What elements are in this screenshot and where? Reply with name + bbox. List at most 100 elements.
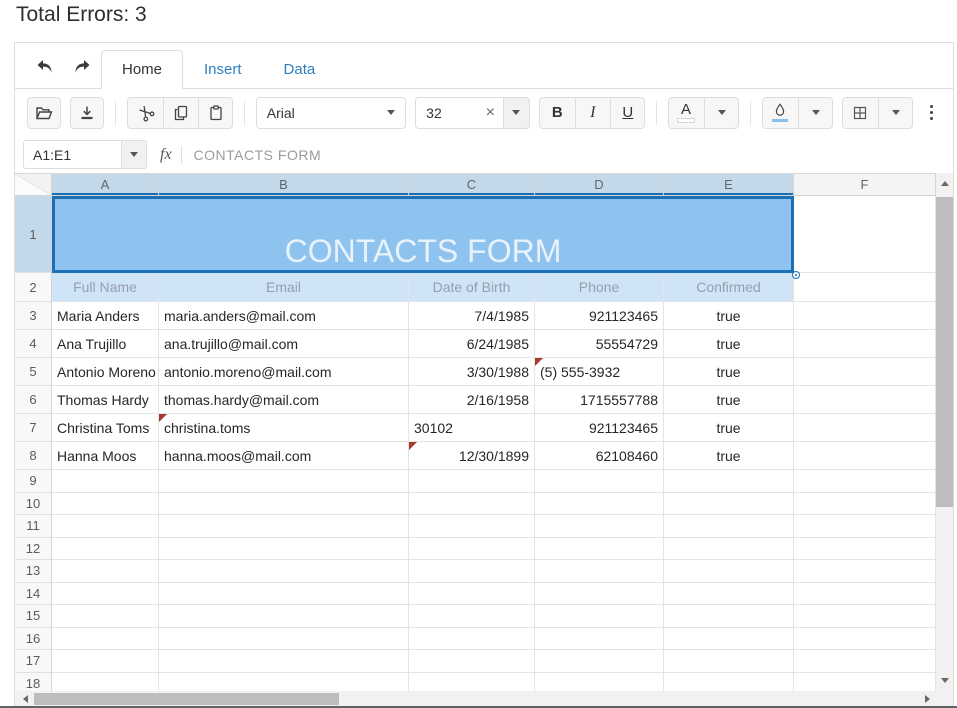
borders-button[interactable]	[843, 98, 878, 128]
column-header-E[interactable]: E	[664, 174, 794, 196]
grid-cell[interactable]	[794, 414, 936, 442]
row-header-16[interactable]: 16	[15, 628, 52, 651]
tab-data[interactable]: Data	[263, 50, 337, 89]
grid-cell[interactable]	[794, 358, 936, 386]
selection-fill-handle[interactable]	[793, 272, 799, 278]
grid-cell[interactable]	[794, 442, 936, 470]
column-header-C[interactable]: C	[409, 174, 535, 196]
grid-cell[interactable]	[535, 560, 664, 583]
name-box-dropdown[interactable]	[121, 141, 146, 168]
grid-cell[interactable]	[664, 650, 794, 673]
font-size-input[interactable]: 32	[416, 98, 477, 128]
grid-cell[interactable]: 6/24/1985	[409, 330, 535, 358]
grid-cell[interactable]: Hanna Moos	[52, 442, 159, 470]
open-file-button[interactable]	[27, 97, 61, 129]
name-box-value[interactable]: A1:E1	[24, 141, 121, 168]
grid-cell[interactable]	[794, 560, 936, 583]
grid-cell[interactable]: true	[664, 414, 794, 442]
grid-cell[interactable]	[409, 583, 535, 606]
grid-cell[interactable]	[52, 583, 159, 606]
row-header-9[interactable]: 9	[15, 470, 52, 493]
grid-cell[interactable]	[409, 515, 535, 538]
grid-cell[interactable]	[159, 493, 409, 516]
grid-cell[interactable]	[664, 493, 794, 516]
grid-cell[interactable]	[52, 650, 159, 673]
row-header-12[interactable]: 12	[15, 538, 52, 561]
grid-cell[interactable]	[664, 538, 794, 561]
paste-button[interactable]	[198, 98, 233, 128]
fill-color-button[interactable]	[763, 98, 798, 128]
grid-cell[interactable]	[52, 560, 159, 583]
grid-cell[interactable]	[794, 673, 936, 692]
grid-cell[interactable]: Thomas Hardy	[52, 386, 159, 414]
tab-home[interactable]: Home	[101, 50, 183, 89]
grid-cell[interactable]	[794, 273, 936, 302]
scroll-left-button[interactable]	[17, 691, 34, 707]
grid-cell[interactable]	[794, 515, 936, 538]
grid-cell[interactable]: Maria Anders	[52, 302, 159, 330]
grid-cell[interactable]: 12/30/1899	[409, 442, 535, 470]
grid-cell[interactable]	[794, 302, 936, 330]
column-header-F[interactable]: F	[794, 174, 936, 196]
grid-cell[interactable]	[794, 330, 936, 358]
grid-cell[interactable]	[664, 605, 794, 628]
underline-button[interactable]: U	[610, 98, 645, 128]
grid-cell[interactable]: Ana Trujillo	[52, 330, 159, 358]
grid-cell[interactable]: 2/16/1958	[409, 386, 535, 414]
grid-cell[interactable]	[535, 583, 664, 606]
row-header-17[interactable]: 17	[15, 650, 52, 673]
grid-cell[interactable]	[794, 538, 936, 561]
scroll-down-button[interactable]	[936, 672, 953, 689]
grid-cell[interactable]	[794, 650, 936, 673]
grid-cell[interactable]: Date of Birth	[409, 273, 535, 302]
grid-cell[interactable]	[794, 386, 936, 414]
grid-cell[interactable]: true	[664, 302, 794, 330]
grid-cell[interactable]	[535, 493, 664, 516]
grid-cell[interactable]: thomas.hardy@mail.com	[159, 386, 409, 414]
grid-cell[interactable]: 55554729	[535, 330, 664, 358]
row-header-13[interactable]: 13	[15, 560, 52, 583]
grid-cell[interactable]: hanna.moos@mail.com	[159, 442, 409, 470]
grid-cell[interactable]: 921123465	[535, 414, 664, 442]
column-header-D[interactable]: D	[535, 174, 664, 196]
grid-cell[interactable]: 921123465	[535, 302, 664, 330]
grid-cell[interactable]	[664, 673, 794, 692]
grid-cell[interactable]: Christina Toms	[52, 414, 159, 442]
row-header-18[interactable]: 18	[15, 673, 52, 692]
grid-cell[interactable]	[535, 628, 664, 651]
grid-cell[interactable]	[409, 650, 535, 673]
grid-cell[interactable]: Antonio Moreno	[52, 358, 159, 386]
grid-cell[interactable]	[664, 470, 794, 493]
grid-cell[interactable]: ana.trujillo@mail.com	[159, 330, 409, 358]
grid-cell[interactable]	[409, 538, 535, 561]
clear-size-button[interactable]: ×	[478, 98, 504, 128]
grid-cell[interactable]	[535, 470, 664, 493]
tab-insert[interactable]: Insert	[183, 50, 263, 89]
grid-cell[interactable]: (5) 555-3932	[535, 358, 664, 386]
cut-button[interactable]	[128, 98, 163, 128]
font-color-dropdown[interactable]	[704, 98, 739, 128]
grid-cell[interactable]	[159, 583, 409, 606]
bold-button[interactable]: B	[540, 98, 575, 128]
grid-cell[interactable]	[159, 538, 409, 561]
grid-cell[interactable]	[535, 605, 664, 628]
download-button[interactable]	[70, 97, 104, 129]
grid-cell[interactable]	[409, 493, 535, 516]
grid-cell[interactable]: Full Name	[52, 273, 159, 302]
grid-cell[interactable]: 7/4/1985	[409, 302, 535, 330]
grid-cell[interactable]	[794, 628, 936, 651]
grid-cell[interactable]	[159, 470, 409, 493]
select-all-corner[interactable]	[15, 174, 52, 196]
row-header-11[interactable]: 11	[15, 515, 52, 538]
grid-cell[interactable]	[409, 628, 535, 651]
grid-cell[interactable]	[409, 560, 535, 583]
grid-cell[interactable]: maria.anders@mail.com	[159, 302, 409, 330]
grid-cell[interactable]	[794, 605, 936, 628]
grid-cell[interactable]	[159, 605, 409, 628]
grid-cell[interactable]: true	[664, 386, 794, 414]
grid-cell[interactable]: true	[664, 358, 794, 386]
grid-cell[interactable]	[535, 673, 664, 692]
grid-cell[interactable]	[159, 650, 409, 673]
grid-cell[interactable]: Confirmed	[664, 273, 794, 302]
grid-cell[interactable]	[535, 650, 664, 673]
